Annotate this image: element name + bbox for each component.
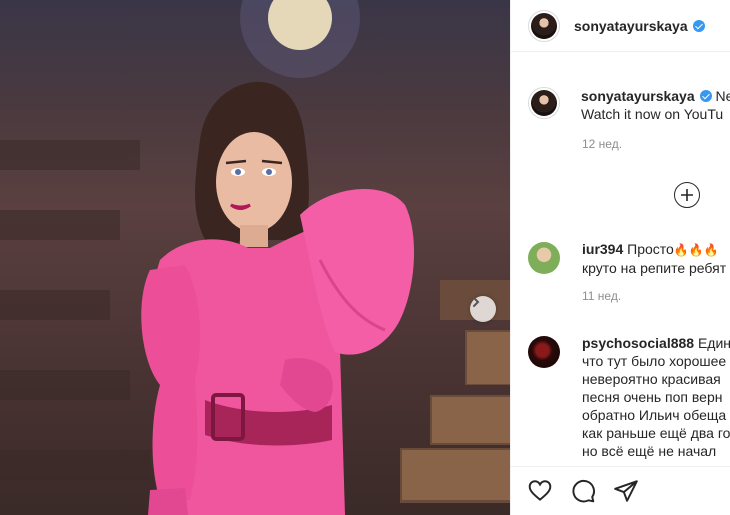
comment-username[interactable]: iur394 xyxy=(582,241,623,257)
author-avatar[interactable] xyxy=(528,9,560,42)
comment-item: psychosocial888 Едине что тут было хорош… xyxy=(528,334,730,460)
comment-text-line2: круто на репите ребят xyxy=(582,260,727,276)
comment-text-line: как раньше ещё два го xyxy=(582,425,730,441)
comment-text-line1: Едине xyxy=(697,335,730,351)
instagram-post-modal: sonyatayurskaya sonyatayurskaya Ne Watch… xyxy=(0,0,730,515)
comment-text-line1: Просто xyxy=(627,241,674,257)
plus-circle-icon xyxy=(681,189,693,201)
load-more-comments-button[interactable] xyxy=(674,182,700,208)
comment-icon[interactable] xyxy=(570,478,596,504)
caption-entry: sonyatayurskaya Ne Watch it now on YouTu… xyxy=(528,87,730,151)
fire-emoji: 🔥🔥🔥 xyxy=(673,243,719,257)
caption-text-line2: Watch it now on YouTu xyxy=(581,106,724,122)
caption-time[interactable]: 12 нед. xyxy=(582,137,730,151)
comments-list: sonyatayurskaya Ne Watch it now on YouTu… xyxy=(511,53,730,463)
author-username[interactable]: sonyatayurskaya xyxy=(574,18,688,34)
post-side-panel: sonyatayurskaya sonyatayurskaya Ne Watch… xyxy=(510,0,730,515)
post-actions-bar xyxy=(511,466,730,515)
verified-badge-icon xyxy=(699,90,712,102)
post-header: sonyatayurskaya xyxy=(511,0,730,52)
comment-item: iur394 Просто🔥🔥🔥 круто на репите ребят 1… xyxy=(528,240,730,303)
caption-username[interactable]: sonyatayurskaya xyxy=(581,88,695,104)
verified-badge-icon xyxy=(692,19,705,32)
comment-text-line: что тут было хорошее xyxy=(582,353,727,369)
next-photo-button[interactable] xyxy=(470,296,496,322)
caption-text-line1: Ne xyxy=(715,88,730,104)
heart-icon[interactable] xyxy=(527,478,553,504)
comment-text-line: невероятно красивая xyxy=(582,371,721,387)
post-photo[interactable] xyxy=(0,0,510,515)
comment-username[interactable]: psychosocial888 xyxy=(582,335,694,351)
commenter-avatar[interactable] xyxy=(528,242,560,274)
comment-text-line: но всё ещё не начал xyxy=(582,443,717,459)
chevron-right-icon xyxy=(473,297,480,307)
comment-time[interactable]: 11 нед. xyxy=(582,289,730,303)
commenter-avatar[interactable] xyxy=(528,336,560,368)
paper-plane-icon[interactable] xyxy=(613,478,639,504)
photo-illustration xyxy=(0,0,510,515)
comment-text-line: песня очень поп верн xyxy=(582,389,723,405)
caption-avatar[interactable] xyxy=(528,87,560,119)
comment-text-line: обратно Ильич обеща xyxy=(582,407,727,423)
